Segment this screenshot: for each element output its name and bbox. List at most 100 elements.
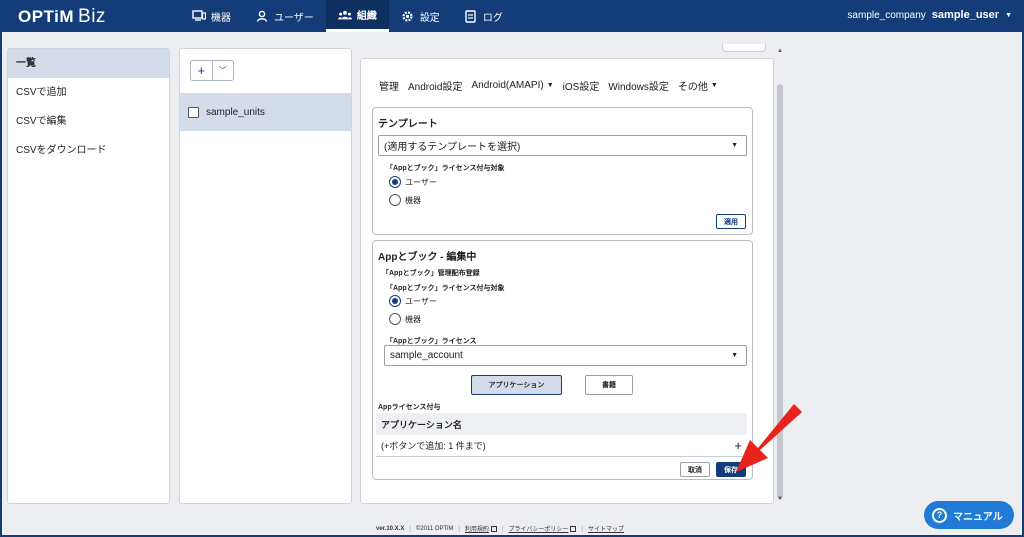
- distribution-label: 「Appとブック」管理配布登録: [382, 270, 480, 277]
- device-icon: [192, 9, 206, 23]
- gear-icon: [401, 9, 415, 23]
- tab-other[interactable]: その他 ▼: [678, 78, 718, 93]
- terms-link-label: 利用規約: [464, 527, 489, 533]
- table-row: (+ボタンで追加: 1 件まで) +: [376, 435, 747, 457]
- tab-ios-settings[interactable]: iOS設定: [563, 78, 600, 93]
- manual-label: マニュアル: [953, 511, 1003, 523]
- radio-label: 機器: [405, 314, 421, 324]
- tab-management[interactable]: 管理: [379, 78, 399, 93]
- page-footer: ver.10.X.X | ©2011 OPTiM | 利用規約 | プライバシー…: [376, 524, 624, 533]
- user-icon: [255, 9, 269, 23]
- caret-down-icon: ▼: [710, 82, 718, 89]
- add-unit-button-group: + ﹀: [190, 60, 234, 81]
- app-card-title: Appとブック - 編集中: [378, 252, 477, 263]
- radio-button[interactable]: [389, 176, 401, 188]
- top-navigation-bar: OPTiM Biz 機器 ユーザー 組織 設定 ログ sample_compan…: [0, 0, 1024, 32]
- footer-separator: |: [501, 525, 504, 532]
- nav-item-organization[interactable]: 組織: [325, 0, 389, 32]
- nav-item-users[interactable]: ユーザー: [243, 0, 326, 32]
- caret-down-icon: ▼: [546, 82, 554, 89]
- log-icon: [464, 9, 478, 23]
- nav-item-devices[interactable]: 機器: [180, 0, 243, 32]
- template-license-target-label: 「Appとブック」ライセンス付与対象: [386, 165, 505, 172]
- tab-android-amapi[interactable]: Android(AMAPI) ▼: [471, 78, 553, 93]
- app-option-user[interactable]: ユーザー: [389, 295, 437, 307]
- radio-button[interactable]: [389, 295, 401, 307]
- terms-link[interactable]: 利用規約: [465, 524, 497, 533]
- version-text: ver.10.X.X: [376, 525, 405, 532]
- company-name: sample_company: [847, 9, 926, 21]
- tab-windows-settings[interactable]: Windows設定: [608, 78, 669, 93]
- chevron-down-icon: ▼: [1005, 11, 1012, 19]
- nav-label: ログ: [482, 12, 503, 24]
- unit-list-panel: + ﹀ sample_units: [179, 48, 352, 504]
- app-logo[interactable]: OPTiM Biz: [18, 6, 106, 28]
- organization-icon: [337, 8, 352, 22]
- list-item[interactable]: sample_units: [180, 93, 351, 131]
- radio-label: ユーザー: [405, 296, 437, 306]
- add-unit-dropdown-button[interactable]: ﹀: [211, 61, 234, 80]
- sitemap-link[interactable]: サイトマップ: [588, 524, 624, 533]
- template-select[interactable]: (適用するテンプレートを選択) ▼: [378, 135, 747, 156]
- settings-tabs: 管理 Android設定 Android(AMAPI) ▼ iOS設定 Windo…: [379, 78, 718, 93]
- license-select[interactable]: sample_account ▼: [384, 345, 747, 366]
- tab-label: Android設定: [408, 82, 463, 93]
- book-type-button[interactable]: 書籍: [585, 375, 633, 395]
- nav-label: 設定: [419, 12, 440, 24]
- privacy-link[interactable]: プライバシーポリシー: [509, 524, 577, 533]
- template-option-user[interactable]: ユーザー: [389, 176, 437, 188]
- add-unit-button[interactable]: +: [191, 61, 212, 80]
- manual-button[interactable]: ? マニュアル: [924, 501, 1014, 529]
- radio-label: 機器: [405, 195, 421, 205]
- organization-settings-panel: 管理 Android設定 Android(AMAPI) ▼ iOS設定 Windo…: [360, 58, 774, 504]
- user-name: sample_user: [931, 9, 1000, 21]
- tab-label: Windows設定: [608, 82, 669, 93]
- footer-separator: |: [581, 525, 583, 532]
- scroll-down-icon[interactable]: ▼: [776, 496, 784, 504]
- sidebar-item-list[interactable]: 一覧: [8, 49, 169, 78]
- application-type-button[interactable]: アプリケーション: [471, 375, 562, 395]
- radio-button[interactable]: [389, 313, 401, 325]
- nav-item-logs[interactable]: ログ: [452, 0, 515, 32]
- footer-separator: |: [409, 525, 411, 532]
- nav-label: 組織: [356, 11, 377, 22]
- left-sidebar: 一覧 CSVで追加 CSVで編集 CSVをダウンロード: [7, 48, 170, 504]
- footer-separator: |: [458, 525, 460, 532]
- apply-template-button[interactable]: 適用: [716, 214, 746, 229]
- copyright-text: ©2011 OPTiM: [415, 525, 454, 532]
- license-select-value: sample_account: [390, 350, 463, 361]
- scroll-up-icon[interactable]: ▲: [776, 48, 784, 56]
- unit-name: sample_units: [206, 106, 265, 118]
- tab-label: 管理: [379, 82, 399, 93]
- app-table-placeholder: (+ボタンで追加: 1 件まで): [381, 441, 486, 451]
- radio-button[interactable]: [389, 194, 401, 206]
- nav-label: ユーザー: [274, 12, 314, 24]
- app-table-header: アプリケーション名: [376, 413, 747, 435]
- app-option-device[interactable]: 機器: [389, 313, 421, 325]
- app-license-grant-label: Appライセンス付与: [378, 404, 441, 411]
- external-link-icon: [570, 525, 577, 532]
- sidebar-item-csv-edit[interactable]: CSVで編集: [8, 107, 169, 136]
- logo-main: OPTiM: [18, 7, 75, 26]
- template-option-device[interactable]: 機器: [389, 194, 421, 206]
- chevron-down-icon: ﹀: [218, 66, 227, 75]
- sidebar-item-csv-download[interactable]: CSVをダウンロード: [8, 136, 169, 165]
- main-nav: 機器 ユーザー 組織 設定 ログ: [180, 0, 515, 32]
- tab-android-settings[interactable]: Android設定: [408, 78, 462, 93]
- privacy-link-label: プライバシーポリシー: [508, 527, 569, 533]
- sidebar-item-csv-add[interactable]: CSVで追加: [8, 78, 169, 107]
- logo-sub: Biz: [78, 6, 106, 27]
- account-menu[interactable]: sample_company sample_user ▼: [847, 9, 1012, 21]
- cancel-button[interactable]: 取消: [680, 462, 710, 477]
- radio-label: ユーザー: [405, 177, 437, 187]
- annotation-arrow-icon: [736, 404, 802, 472]
- nav-label: 機器: [211, 12, 231, 24]
- template-card: テンプレート (適用するテンプレートを選択) ▼ 「Appとブック」ライセンス付…: [372, 107, 753, 235]
- external-link-icon: [490, 525, 497, 532]
- unit-checkbox[interactable]: [188, 106, 199, 118]
- template-title: テンプレート: [378, 119, 438, 130]
- panel-top-edge: [722, 44, 766, 52]
- app-license-target-label: 「Appとブック」ライセンス付与対象: [386, 285, 505, 292]
- tab-label: iOS設定: [562, 82, 600, 93]
- nav-item-settings[interactable]: 設定: [389, 0, 452, 32]
